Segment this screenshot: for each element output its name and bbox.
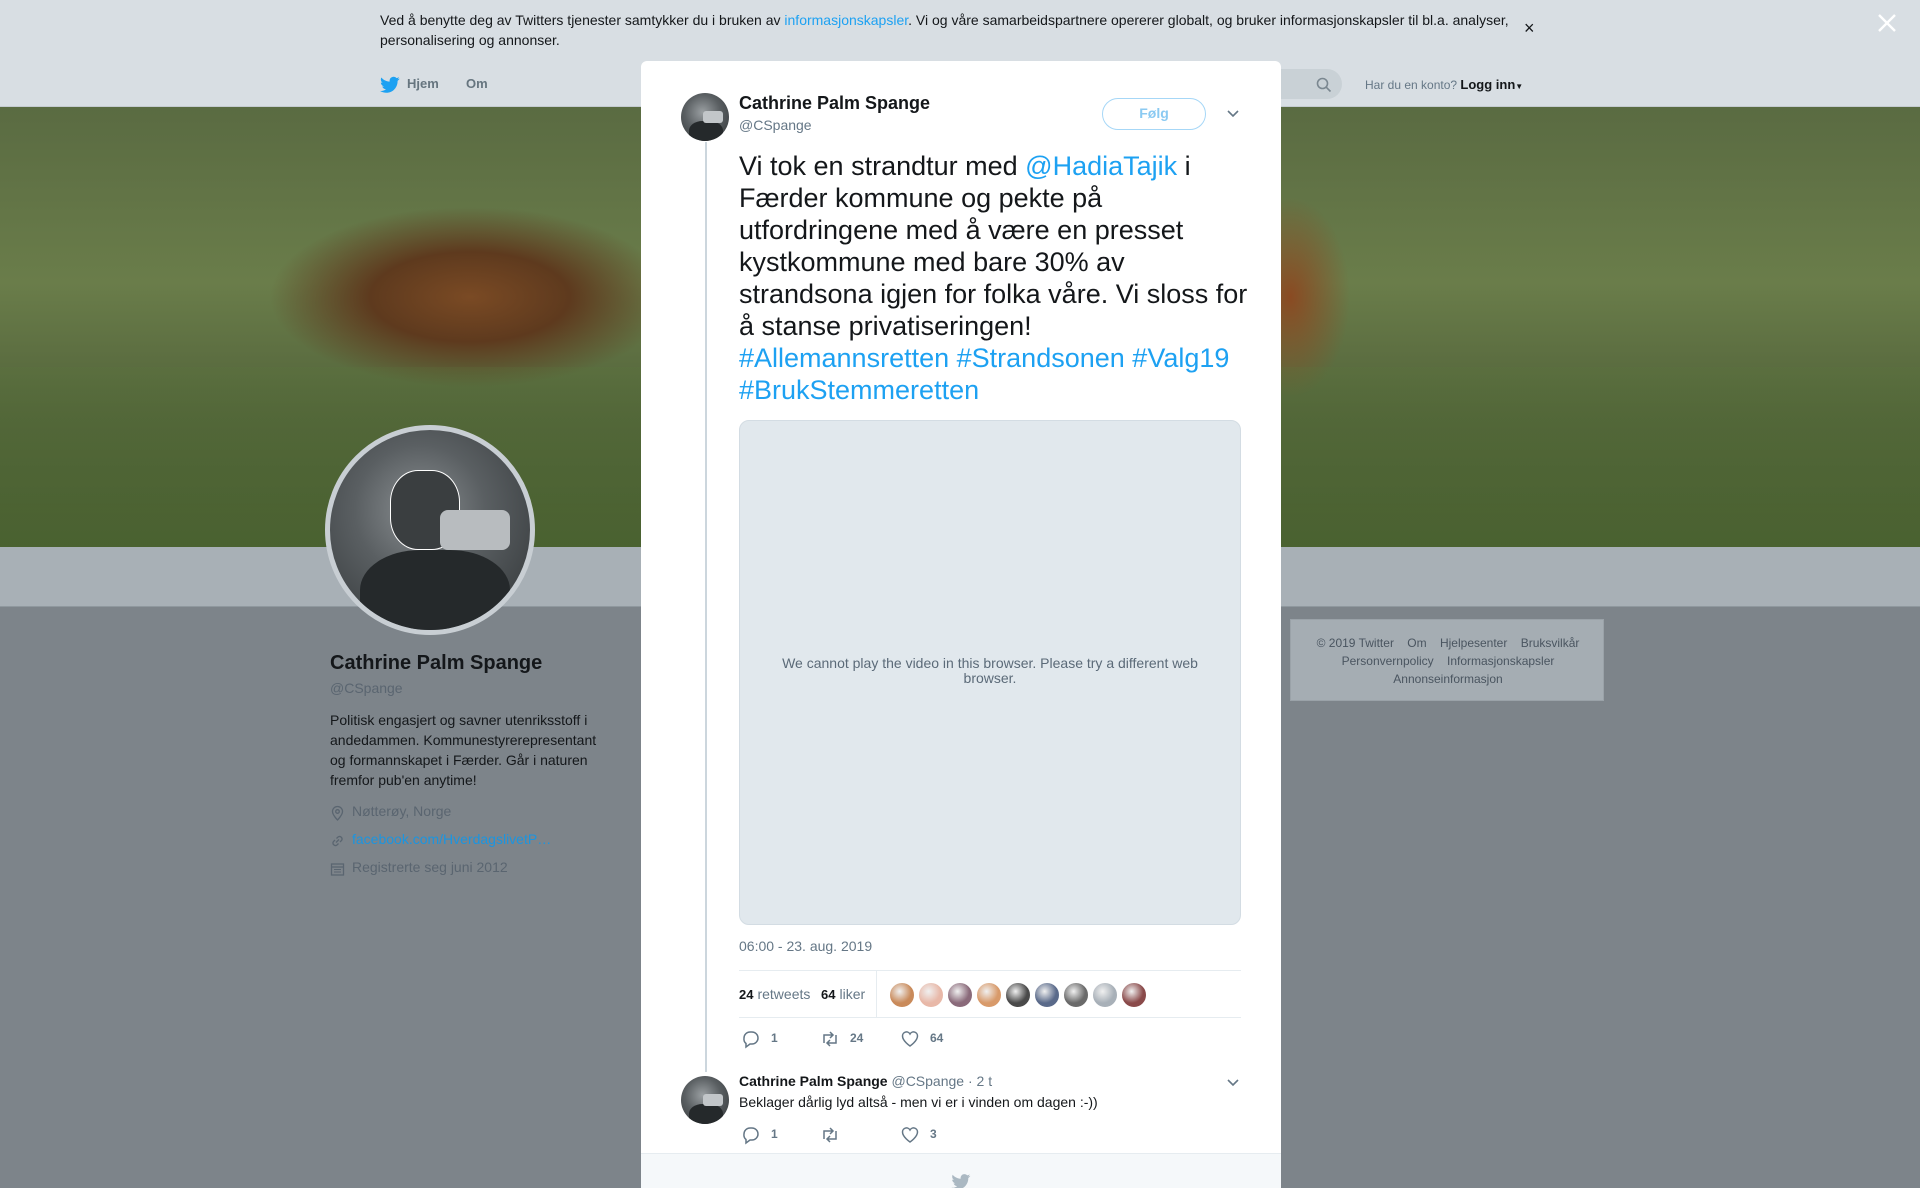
nav-home[interactable]: Hjem [407, 76, 439, 91]
reply-reply-count: 1 [771, 1127, 778, 1141]
video-player[interactable]: We cannot play the video in this browser… [739, 420, 1241, 925]
hashtag-link[interactable]: #Valg19 [1132, 343, 1229, 373]
footer-link-privacy[interactable]: Personvernpolicy [1342, 654, 1434, 668]
liker-avatar[interactable] [1063, 982, 1089, 1008]
retweet-count: 24 [739, 987, 754, 1002]
tweet-author-handle[interactable]: @CSpange [739, 117, 812, 133]
video-error-message: We cannot play the video in this browser… [782, 655, 1198, 686]
footer-copyright: © 2019 Twitter [1316, 636, 1394, 650]
mention-link[interactable]: @HadiaTajik [1025, 151, 1177, 181]
liker-avatar[interactable] [1121, 982, 1147, 1008]
thread-line [705, 142, 707, 1072]
tweet-author-name[interactable]: Cathrine Palm Spange [739, 93, 930, 114]
tweet-text: Vi tok en strandtur med @HadiaTajik i Fæ… [739, 150, 1249, 406]
search-icon [1316, 77, 1332, 93]
liker-avatar[interactable] [1092, 982, 1118, 1008]
chevron-down-icon[interactable] [1226, 1078, 1240, 1088]
reply-text: Beklager dårlig lyd altså - men vi er i … [739, 1094, 1098, 1110]
retweet-icon [823, 1031, 837, 1047]
joined-text: Registrerte seg juni 2012 [352, 859, 508, 875]
calendar-icon [330, 863, 345, 876]
reply-author-handle[interactable]: @CSpange [891, 1073, 964, 1089]
like-stat[interactable]: 64 liker [821, 986, 865, 1002]
reply-separator: · [967, 1073, 973, 1089]
profile-handle[interactable]: @CSpange [330, 680, 403, 696]
heart-icon [901, 1127, 919, 1143]
reply-icon [743, 1031, 759, 1049]
retweet-action-count: 24 [850, 1031, 864, 1045]
tweet-timestamp[interactable]: 06:00 - 23. aug. 2019 [739, 938, 872, 954]
url-text[interactable]: facebook.com/HverdagslivetP… [352, 831, 551, 847]
reply-avatar[interactable] [681, 1076, 729, 1124]
liker-avatar[interactable] [976, 982, 1002, 1008]
hashtag-link[interactable]: #BrukStemmeretten [739, 375, 979, 405]
reply-author-name[interactable]: Cathrine Palm Spange [739, 1073, 888, 1089]
footer-links-box: © 2019 Twitter Om Hjelpesenter Bruksvilk… [1290, 619, 1604, 701]
tweet-text-part: Vi tok en strandtur med [739, 151, 1026, 181]
retweet-stat[interactable]: 24 retweets [739, 986, 810, 1002]
footer-link-ads[interactable]: Annonseinformasjon [1393, 672, 1502, 686]
chevron-down-icon[interactable] [1226, 109, 1240, 119]
close-icon[interactable] [1876, 12, 1898, 34]
reply-icon [743, 1127, 759, 1145]
retweet-icon [823, 1127, 837, 1143]
profile-avatar[interactable] [325, 425, 535, 635]
twitter-bird-icon [951, 1174, 971, 1188]
footer-link-terms[interactable]: Bruksvilkår [1521, 636, 1580, 650]
liker-avatar[interactable] [889, 982, 915, 1008]
modal-footer [641, 1153, 1281, 1188]
link-icon [332, 835, 343, 847]
liker-avatar[interactable] [918, 982, 944, 1008]
hashtag-link[interactable]: #Strandsonen [957, 343, 1125, 373]
like-count: 64 [821, 987, 836, 1002]
cookie-text-before: Ved å benytte deg av Twitters tjenester … [380, 12, 785, 28]
follow-button[interactable]: Følg [1102, 98, 1206, 130]
reply-count: 1 [771, 1031, 778, 1045]
profile-name[interactable]: Cathrine Palm Spange [330, 652, 542, 675]
twitter-bird-icon[interactable] [380, 76, 400, 94]
footer-link-cookies[interactable]: Informasjonskapsler [1447, 654, 1554, 668]
like-label: liker [839, 986, 866, 1002]
cookie-banner: Ved å benytte deg av Twitters tjenester … [0, 0, 1920, 61]
liker-avatar[interactable] [1005, 982, 1031, 1008]
footer-link-about[interactable]: Om [1407, 636, 1426, 650]
reply-header: Cathrine Palm Spange @CSpange · 2 t [739, 1073, 992, 1089]
login-link[interactable]: Logg inn [1460, 77, 1515, 92]
cookie-link[interactable]: informasjonskapsler [784, 12, 908, 28]
liker-avatar[interactable] [1034, 982, 1060, 1008]
reply-time[interactable]: 2 t [977, 1073, 993, 1089]
retweet-label: retweets [757, 986, 811, 1002]
account-prompt: Har du en konto? [1365, 78, 1458, 92]
profile-bio: Politisk engasjert og savner utenrikssto… [330, 712, 597, 788]
like-action-count: 64 [930, 1031, 944, 1045]
reply-like-count: 3 [930, 1127, 937, 1141]
tweet-avatar[interactable] [681, 93, 729, 141]
heart-icon [901, 1031, 919, 1047]
nav-about[interactable]: Om [466, 76, 488, 91]
location-text: Nøtterøy, Norge [352, 803, 452, 819]
cookie-text: Ved å benytte deg av Twitters tjenester … [380, 10, 1530, 50]
tweet-stats: 24 retweets 64 liker [739, 970, 1241, 1018]
nav-account: Har du en konto? Logg inn▼ [1365, 77, 1523, 92]
chevron-down-icon: ▼ [1515, 82, 1524, 91]
cookie-close-button[interactable]: × [1524, 18, 1535, 39]
hashtag-link[interactable]: #Allemannsretten [739, 343, 949, 373]
footer-link-help[interactable]: Hjelpesenter [1440, 636, 1507, 650]
liker-avatar[interactable] [947, 982, 973, 1008]
location-pin-icon [331, 805, 344, 821]
